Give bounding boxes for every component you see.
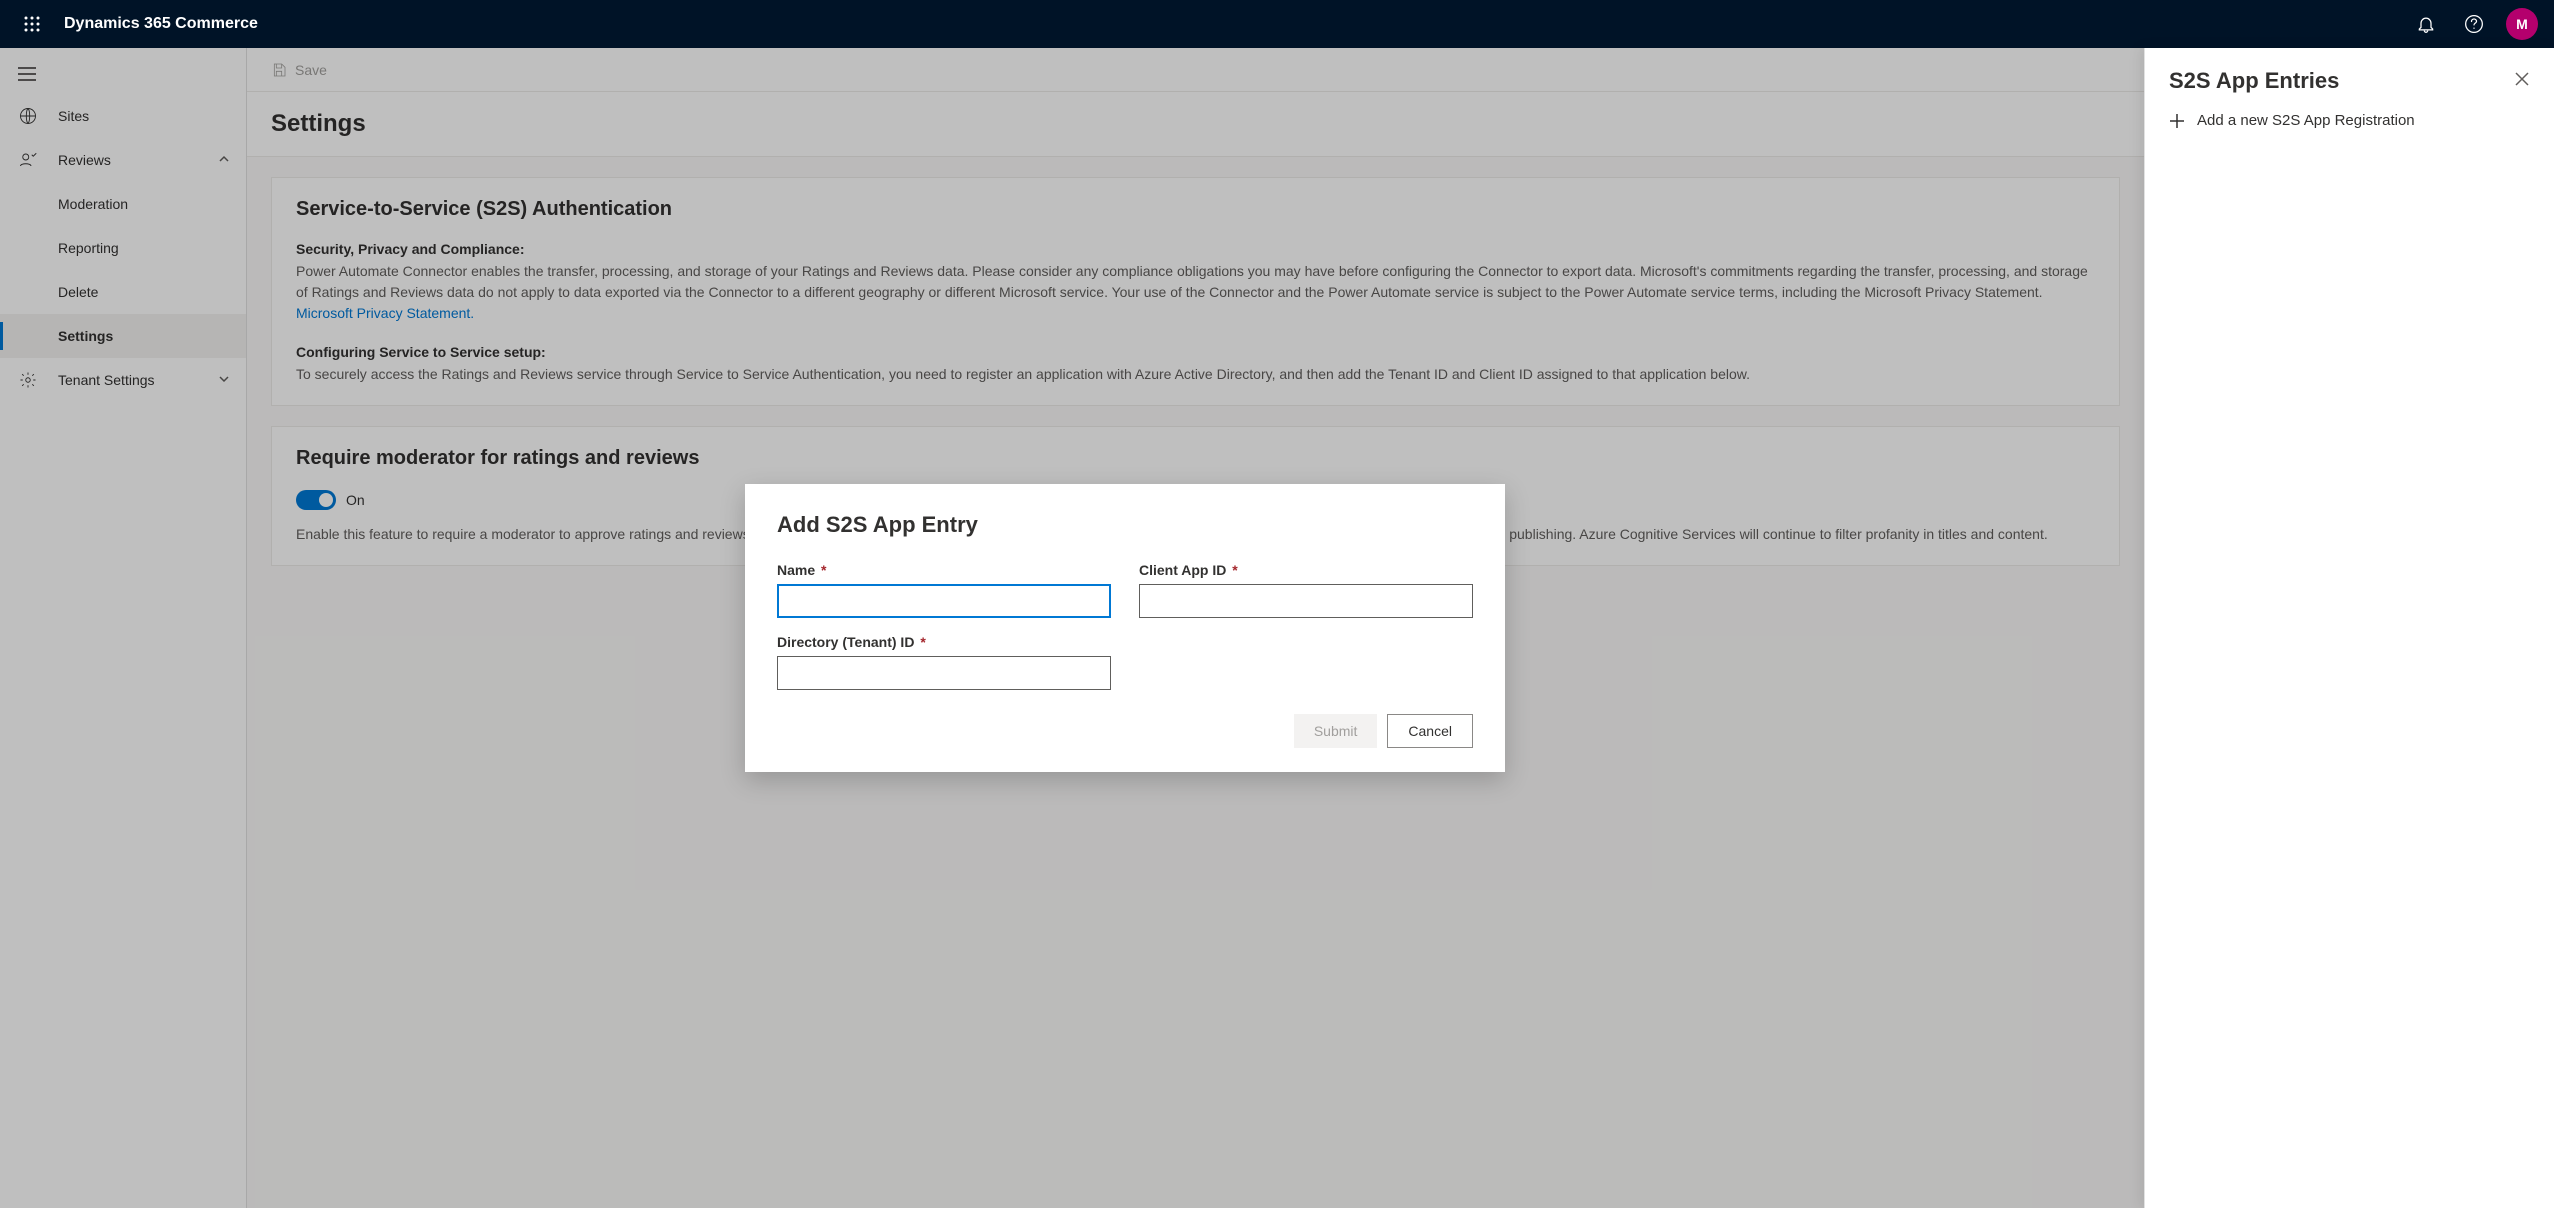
tenant-id-field: Directory (Tenant) ID * <box>777 634 1111 690</box>
add-s2s-label: Add a new S2S App Registration <box>2197 112 2415 129</box>
submit-button[interactable]: Submit <box>1294 714 1378 748</box>
avatar-initial: M <box>2516 16 2528 32</box>
client-id-input[interactable] <box>1139 584 1473 618</box>
tenant-id-input[interactable] <box>777 656 1111 690</box>
plus-icon <box>2169 113 2185 129</box>
client-id-field: Client App ID * <box>1139 562 1473 618</box>
cancel-button[interactable]: Cancel <box>1387 714 1473 748</box>
name-field: Name * <box>777 562 1111 618</box>
dialog-title: Add S2S App Entry <box>777 512 1473 538</box>
topbar: Dynamics 365 Commerce M <box>0 0 2554 48</box>
close-icon <box>2514 71 2530 87</box>
name-input[interactable] <box>777 584 1111 618</box>
add-s2s-dialog: Add S2S App Entry Name * Client App ID *… <box>745 484 1505 772</box>
bell-icon <box>2416 14 2436 34</box>
notifications-button[interactable] <box>2402 0 2450 48</box>
panel-close-button[interactable] <box>2514 71 2530 92</box>
app-launcher-button[interactable] <box>8 0 56 48</box>
add-s2s-registration-button[interactable]: Add a new S2S App Registration <box>2145 106 2554 135</box>
panel-title: S2S App Entries <box>2169 68 2514 94</box>
name-label: Name * <box>777 562 1111 578</box>
s2s-entries-panel: S2S App Entries Add a new S2S App Regist… <box>2144 48 2554 1208</box>
tenant-id-label: Directory (Tenant) ID * <box>777 634 1111 650</box>
client-id-label: Client App ID * <box>1139 562 1473 578</box>
waffle-icon <box>24 16 40 32</box>
app-title: Dynamics 365 Commerce <box>64 15 258 33</box>
question-icon <box>2464 14 2484 34</box>
avatar[interactable]: M <box>2506 8 2538 40</box>
help-button[interactable] <box>2450 0 2498 48</box>
